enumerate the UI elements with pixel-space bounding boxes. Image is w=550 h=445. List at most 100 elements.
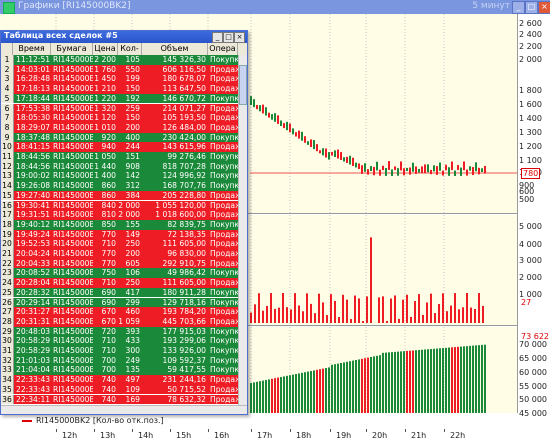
volume-bar	[326, 315, 328, 323]
table-row[interactable]: 3221:01:03RI145000BK2 700 249 109 592,37 Пок…	[1, 355, 238, 366]
table-row[interactable]: 3020:58:29RI145000BK2 710 433 193 299,06 Пок…	[1, 336, 238, 346]
cell-qty: 908	[125, 161, 141, 171]
oi-bar	[325, 368, 327, 413]
header-security[interactable]: Бумага	[51, 43, 93, 55]
candle	[304, 136, 306, 143]
table-row[interactable]: 2720:31:27RI145000BK2 670 460 193 784,20 Про…	[1, 307, 238, 317]
table-row[interactable]: 2019:52:53RI145000BK2 710 250 111 605,00 Про…	[1, 239, 238, 249]
cell-operation: Покупка	[210, 152, 238, 161]
table-row[interactable]: 214:03:01RI145000BK21 760 550 606 116,50 Пр…	[1, 64, 238, 75]
cell-time: 21:04:04	[16, 365, 51, 375]
candle	[463, 161, 465, 171]
cell-volume: 145 326,30	[162, 55, 206, 64]
table-row[interactable]: 2520:28:32RI145000BK2 690 417 180 911,28 Пок…	[1, 287, 238, 298]
table-row[interactable]: 517:18:44RI145000BK21 220 192 146 670,72 По…	[1, 93, 238, 104]
cell-qty: 400	[125, 132, 141, 142]
cell-operation: Покупка	[210, 161, 238, 171]
cell-time: 21:01:03	[16, 355, 51, 365]
candle	[391, 169, 393, 176]
cell-price: 1 050	[94, 152, 116, 161]
table-row[interactable]: 617:53:38RI145000BK21 320 259 214 071,27 Пр…	[1, 103, 238, 114]
close-icon[interactable]: ×	[538, 1, 550, 14]
table-row[interactable]: 918:37:48RI145000BK2 920 400 230 424,00 Поку…	[1, 132, 238, 143]
candle	[394, 166, 396, 171]
header-operation[interactable]: Опера	[208, 43, 238, 55]
table-row[interactable]: 3120:58:29RI145000BK2 710 300 133 926,00 Пок…	[1, 346, 238, 356]
scrollbar-thumb[interactable]	[239, 65, 247, 105]
table-row[interactable]: 1319:00:02RI145000BK21 400 142 124 996,92 П…	[1, 171, 238, 182]
table-row[interactable]: 1619:30:41RI145000BK2 8402 000 1 055 120,0…	[1, 200, 238, 211]
oi-bar	[439, 348, 441, 413]
chart-titlebar[interactable]: Графики [RI145000BK2] 5 минут _ □ ×	[0, 0, 550, 14]
oi-bar	[409, 350, 411, 413]
table-row[interactable]: 2120:04:24RI145000BK2 770 200 96 830,00 Прод…	[1, 249, 238, 259]
table-row[interactable]: 3422:33:43RI145000BK2 740 497 231 244,16 Про…	[1, 375, 238, 385]
table-row[interactable]: 1218:44:56RI145000BK21 440 908 818 707,28 П…	[1, 161, 238, 172]
oi-bar	[415, 350, 417, 413]
table-row[interactable]: 1519:27:40RI145000BK2 860 384 205 228,80 Про…	[1, 190, 238, 201]
table-row[interactable]: 3622:34:11RI145000BK2 740 169 78 632,32 Прод…	[1, 394, 238, 405]
candle	[349, 155, 351, 165]
table-row[interactable]: 417:18:13RI145000BK21 210 150 113 647,50 Пр…	[1, 84, 238, 94]
table-row[interactable]: 3321:04:04RI145000BK2 700 135 59 417,55 Поку…	[1, 365, 238, 376]
table-row[interactable]: 2320:08:52RI145000BK2 750 106 49 986,42 Поку…	[1, 268, 238, 279]
table-row[interactable]: 2420:28:04RI145000BK2 710 250 111 605,00 Про…	[1, 278, 238, 288]
volume-bar	[270, 293, 272, 323]
chart-window-title: Графики [RI145000BK2]	[18, 1, 131, 11]
cell-qty: 312	[125, 181, 141, 191]
table-row[interactable]: 818:29:07RI145000BK21 010 200 126 484,00 Пр…	[1, 122, 238, 133]
cell-qty: 259	[125, 103, 141, 113]
table-row[interactable]: 1819:40:12RI145000BK2 850 155 82 839,75 Поку…	[1, 219, 238, 230]
cell-volume: 49 986,42	[167, 268, 206, 278]
cell-operation: Покупка	[210, 355, 238, 365]
cell-price: 700	[101, 365, 117, 375]
table-row[interactable]: 1419:26:08RI145000BK2 860 312 168 707,76 Пок…	[1, 181, 238, 191]
table-row[interactable]: 2820:31:31RI145000BK2 6701 059 445 703,66 П…	[1, 316, 238, 327]
oi-bar	[307, 371, 309, 413]
cell-price: 710	[101, 336, 117, 346]
volume-bar	[370, 237, 372, 323]
table-maximize-icon[interactable]: □	[223, 32, 234, 43]
volume-bar	[346, 299, 348, 323]
cell-operation: Продажа	[210, 384, 238, 394]
table-row[interactable]: 2620:29:14RI145000BK2 690 299 129 718,16 Пок…	[1, 297, 238, 308]
row-index: 34	[1, 375, 14, 385]
volume-bar	[354, 295, 356, 323]
cell-price: 710	[101, 346, 117, 355]
table-row[interactable]: 1018:41:15RI145000BK2 940 244 143 615,96 Про…	[1, 142, 238, 152]
cell-security: RI145000BK2	[53, 316, 93, 326]
table-row[interactable]: 111:12:51RI145000BK22 200 105 145 326,30 По…	[1, 55, 238, 65]
table-row[interactable]: 2220:04:33RI145000BK2 770 605 292 910,75 Про…	[1, 258, 238, 269]
table-row[interactable]: 2920:48:03RI145000BK2 720 393 177 915,03 Пок…	[1, 326, 238, 337]
table-row[interactable]: 3522:33:43RI145000BK2 740 109 50 715,52 Прод…	[1, 384, 238, 395]
cell-volume: 124 996,92	[162, 171, 206, 181]
cell-time: 18:05:30	[16, 113, 51, 123]
table-vertical-scrollbar[interactable]	[238, 55, 247, 405]
header-time[interactable]: Время	[13, 43, 51, 55]
table-horizontal-scrollbar[interactable]	[1, 405, 247, 414]
maximize-icon[interactable]: □	[525, 1, 538, 14]
table-row[interactable]: 1919:49:24RI145000BK2 770 149 72 138,35 Прод…	[1, 229, 238, 240]
volume-bar	[314, 313, 316, 323]
cell-operation: Продажа	[210, 64, 238, 74]
table-row[interactable]: 1719:31:51RI145000BK2 8102 000 1 018 600,0…	[1, 210, 238, 220]
table-minimize-icon[interactable]: _	[212, 32, 223, 43]
minimize-icon[interactable]: _	[512, 1, 525, 14]
table-close-icon[interactable]: ×	[234, 32, 245, 43]
table-titlebar[interactable]: Таблица всех сделок #5 _ □ ×	[1, 31, 247, 43]
candle	[289, 123, 291, 133]
table-row[interactable]: 316:28:48RI145000BK21 450 199 180 678,07 Пр…	[1, 74, 238, 85]
header-price[interactable]: Цена	[93, 43, 118, 55]
candle	[454, 170, 456, 176]
cell-qty: 2 000	[118, 200, 140, 210]
time-tick	[251, 429, 252, 432]
table-row[interactable]: 1118:44:56RI145000BK21 050 151 99 276,46 По…	[1, 152, 238, 162]
cell-operation: Продажа	[210, 122, 238, 132]
cell-security: RI145000BK2	[53, 249, 93, 258]
candle	[301, 131, 303, 141]
cell-time: 20:31:27	[16, 307, 51, 317]
header-qty[interactable]: Кол-	[118, 43, 142, 55]
oi-bar	[292, 374, 294, 413]
header-volume[interactable]: Объем	[142, 43, 208, 55]
table-row[interactable]: 718:05:30RI145000BK21 120 150 105 193,50 Пр…	[1, 113, 238, 123]
